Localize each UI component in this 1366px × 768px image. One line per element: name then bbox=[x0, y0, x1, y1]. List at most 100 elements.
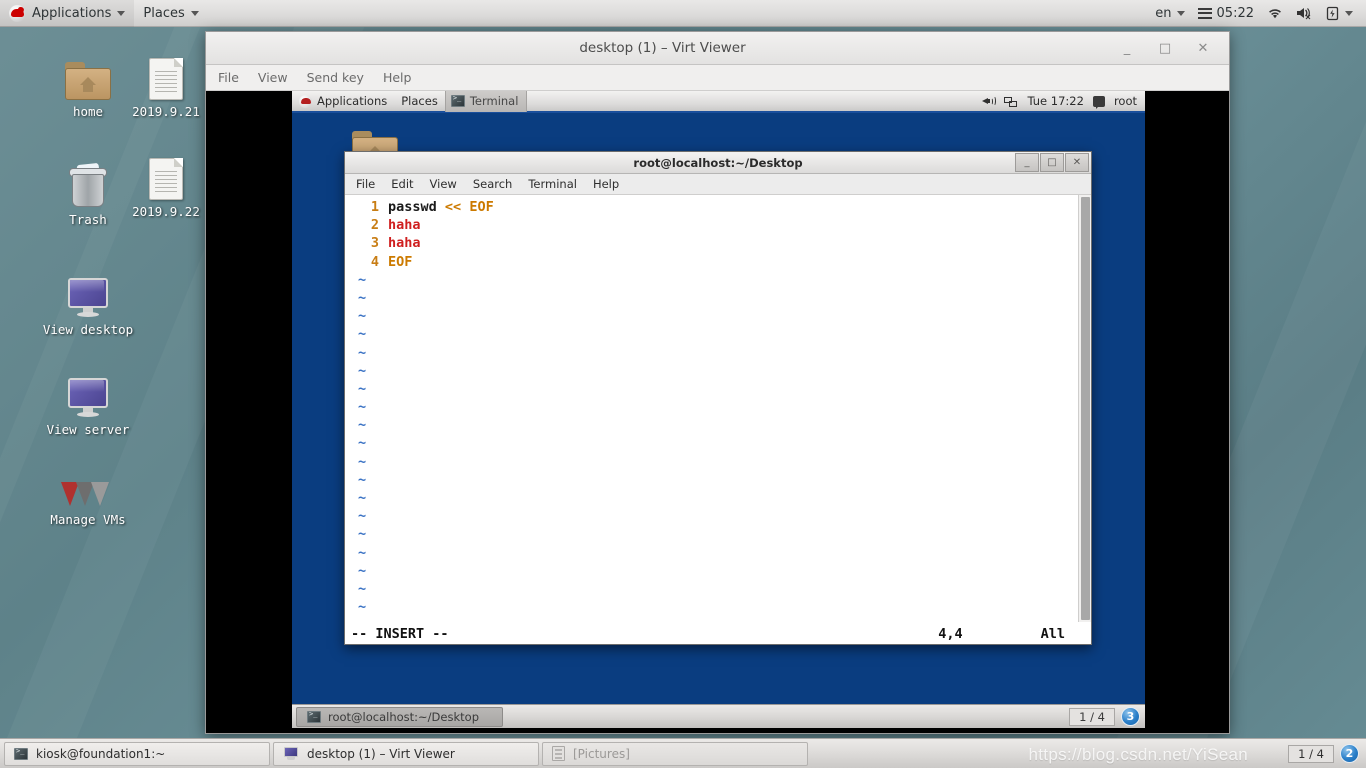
virt-viewer-title: desktop (1) – Virt Viewer bbox=[579, 40, 746, 56]
volume-icon[interactable] bbox=[982, 96, 997, 107]
menu-help[interactable]: Help bbox=[383, 70, 412, 85]
desktop-icon-label: 2019.9.22 bbox=[132, 204, 200, 219]
volume-muted-icon[interactable] bbox=[1291, 0, 1318, 27]
vim-token: EOF bbox=[388, 253, 413, 270]
guest-task-label: Terminal bbox=[469, 94, 519, 108]
terminal-icon bbox=[450, 94, 465, 107]
document-icon bbox=[116, 50, 216, 100]
menu-help[interactable]: Help bbox=[593, 177, 619, 191]
vim-token: passwd bbox=[388, 199, 437, 215]
desktop-icon-2019-9-22[interactable]: 2019.9.22 bbox=[116, 150, 216, 219]
terminal-scrollbar[interactable] bbox=[1078, 195, 1091, 622]
maximize-button[interactable]: □ bbox=[1157, 41, 1173, 56]
vim-line: 1 passwd << EOF bbox=[349, 198, 1078, 216]
vim-empty-line-marker: ~ bbox=[358, 417, 367, 434]
monitor-icon bbox=[283, 746, 299, 761]
chevron-down-icon bbox=[1176, 10, 1185, 16]
guest-places-label: Places bbox=[401, 94, 438, 108]
monitor-icon bbox=[38, 268, 138, 318]
host-applications-label: Applications bbox=[32, 5, 112, 21]
terminal-menubar: File Edit View Search Terminal Help bbox=[345, 174, 1091, 195]
host-places-menu[interactable]: Places bbox=[134, 0, 207, 27]
chevron-down-icon bbox=[190, 10, 199, 16]
menu-terminal[interactable]: Terminal bbox=[528, 177, 577, 191]
guest-window-list-terminal[interactable]: Terminal bbox=[444, 91, 528, 112]
vim-token: haha bbox=[388, 217, 421, 234]
vim-token: EOF bbox=[469, 199, 494, 215]
desktop-icon-2019-9-21[interactable]: 2019.9.21 bbox=[116, 50, 216, 119]
terminal-title: root@localhost:~/Desktop bbox=[633, 155, 803, 170]
guest-places-menu[interactable]: Places bbox=[394, 91, 445, 112]
host-workspace-badge[interactable]: 2 bbox=[1340, 744, 1359, 763]
minimize-button[interactable]: _ bbox=[1119, 41, 1135, 56]
taskbar-item-pictures[interactable]: [Pictures] bbox=[542, 741, 808, 766]
vim-empty-line-marker: ~ bbox=[358, 308, 367, 325]
virt-viewer-menubar: File View Send key Help bbox=[206, 65, 1229, 91]
minimize-button[interactable]: _ bbox=[1015, 153, 1039, 172]
menu-view[interactable]: View bbox=[258, 70, 288, 85]
taskbar-item-terminal[interactable]: kiosk@foundation1:~ bbox=[4, 741, 270, 766]
desktop-icon-label: View server bbox=[46, 422, 130, 437]
desktop-icon-view-desktop[interactable]: View desktop bbox=[38, 268, 138, 337]
guest-workspace-switcher: 1 / 4 3 bbox=[1069, 707, 1145, 726]
menu-search[interactable]: Search bbox=[473, 177, 513, 191]
guest-user-label[interactable]: root bbox=[1114, 94, 1137, 108]
close-button[interactable]: ✕ bbox=[1195, 41, 1211, 56]
taskbar-item-label: kiosk@foundation1:~ bbox=[36, 746, 166, 761]
vim-line-number: 4 bbox=[370, 253, 379, 270]
guest-screen[interactable]: Applications Places Terminal Tue 17:22 r… bbox=[292, 91, 1145, 728]
battery-charging-icon[interactable] bbox=[1321, 0, 1358, 27]
terminal-window[interactable]: root@localhost:~/Desktop _ □ ✕ File Edit… bbox=[344, 151, 1092, 645]
desktop-icon-label: 2019.9.21 bbox=[132, 104, 200, 119]
menu-file[interactable]: File bbox=[218, 70, 239, 85]
user-icon bbox=[1092, 95, 1105, 109]
terminal-titlebar[interactable]: root@localhost:~/Desktop _ □ ✕ bbox=[345, 152, 1091, 174]
virt-viewer-canvas[interactable]: Applications Places Terminal Tue 17:22 r… bbox=[206, 91, 1229, 733]
desktop-icon-view-server[interactable]: View server bbox=[38, 368, 138, 437]
virt-viewer-titlebar[interactable]: desktop (1) – Virt Viewer _ □ ✕ bbox=[206, 32, 1229, 65]
terminal-body[interactable]: 1 passwd << EOF 2 haha 3 haha 4 EOF ~ ~ ~ ~ ~ ~ ~ ~ ~ ~ ~ ~… bbox=[345, 195, 1091, 622]
battery-glyph bbox=[1326, 6, 1339, 20]
redhat-logo-icon bbox=[9, 4, 26, 22]
vim-empty-line-marker: ~ bbox=[358, 362, 367, 379]
guest-system-tray: Tue 17:22 root bbox=[982, 94, 1145, 109]
menu-file[interactable]: File bbox=[356, 177, 375, 191]
vim-empty-line-marker: ~ bbox=[349, 616, 1078, 622]
desktop-icon-manage-vms[interactable]: Manage VMs bbox=[38, 458, 138, 527]
vim-scroll-position: All bbox=[1040, 625, 1065, 642]
guest-pager-label[interactable]: 1 / 4 bbox=[1069, 707, 1115, 726]
keyboard-layout-indicator[interactable]: en bbox=[1150, 0, 1189, 27]
guest-taskbar-item-terminal[interactable]: root@localhost:~/Desktop bbox=[296, 706, 503, 727]
menu-view[interactable]: View bbox=[430, 177, 457, 191]
redhat-logo-icon bbox=[299, 94, 312, 108]
wifi-glyph bbox=[1269, 9, 1281, 19]
host-pager-label[interactable]: 1 / 4 bbox=[1288, 744, 1334, 763]
vim-empty-line-marker: ~ bbox=[358, 471, 367, 488]
taskbar-item-label: [Pictures] bbox=[573, 746, 630, 761]
desktop-icon-label: Manage VMs bbox=[50, 512, 126, 527]
guest-workspace-badge[interactable]: 3 bbox=[1121, 707, 1140, 726]
vim-text-area[interactable]: 1 passwd << EOF 2 haha 3 haha 4 EOF ~ ~ ~ ~ ~ ~ ~ ~ ~ ~ ~ ~… bbox=[345, 195, 1078, 622]
host-applications-menu[interactable]: Applications bbox=[0, 0, 135, 27]
taskbar-item-virt-viewer[interactable]: desktop (1) – Virt Viewer bbox=[273, 741, 539, 766]
close-button[interactable]: ✕ bbox=[1065, 153, 1089, 172]
guest-top-panel: Applications Places Terminal Tue 17:22 r… bbox=[292, 91, 1145, 113]
vim-token: haha bbox=[388, 235, 421, 252]
clock-indicator[interactable]: 05:22 bbox=[1193, 0, 1259, 27]
wifi-icon[interactable] bbox=[1262, 0, 1288, 27]
guest-desktop[interactable]: root@localhost:~/Desktop _ □ ✕ File Edit… bbox=[292, 113, 1145, 704]
vim-line: 2 haha bbox=[349, 216, 1078, 234]
guest-clock-label[interactable]: Tue 17:22 bbox=[1027, 94, 1083, 108]
network-disconnected-icon[interactable] bbox=[1004, 96, 1018, 107]
hamburger-icon bbox=[1197, 7, 1212, 19]
terminal-window-controls: _ □ ✕ bbox=[1015, 153, 1089, 172]
vim-status-line: -- INSERT -- 4,4 All bbox=[345, 622, 1091, 644]
vmm-icon bbox=[38, 458, 138, 508]
document-icon bbox=[116, 150, 216, 200]
scrollbar-thumb[interactable] bbox=[1081, 197, 1090, 620]
virt-viewer-window: desktop (1) – Virt Viewer _ □ ✕ File Vie… bbox=[205, 31, 1230, 734]
guest-applications-menu[interactable]: Applications bbox=[292, 91, 394, 112]
menu-send-key[interactable]: Send key bbox=[307, 70, 364, 85]
menu-edit[interactable]: Edit bbox=[391, 177, 413, 191]
maximize-button[interactable]: □ bbox=[1040, 153, 1064, 172]
